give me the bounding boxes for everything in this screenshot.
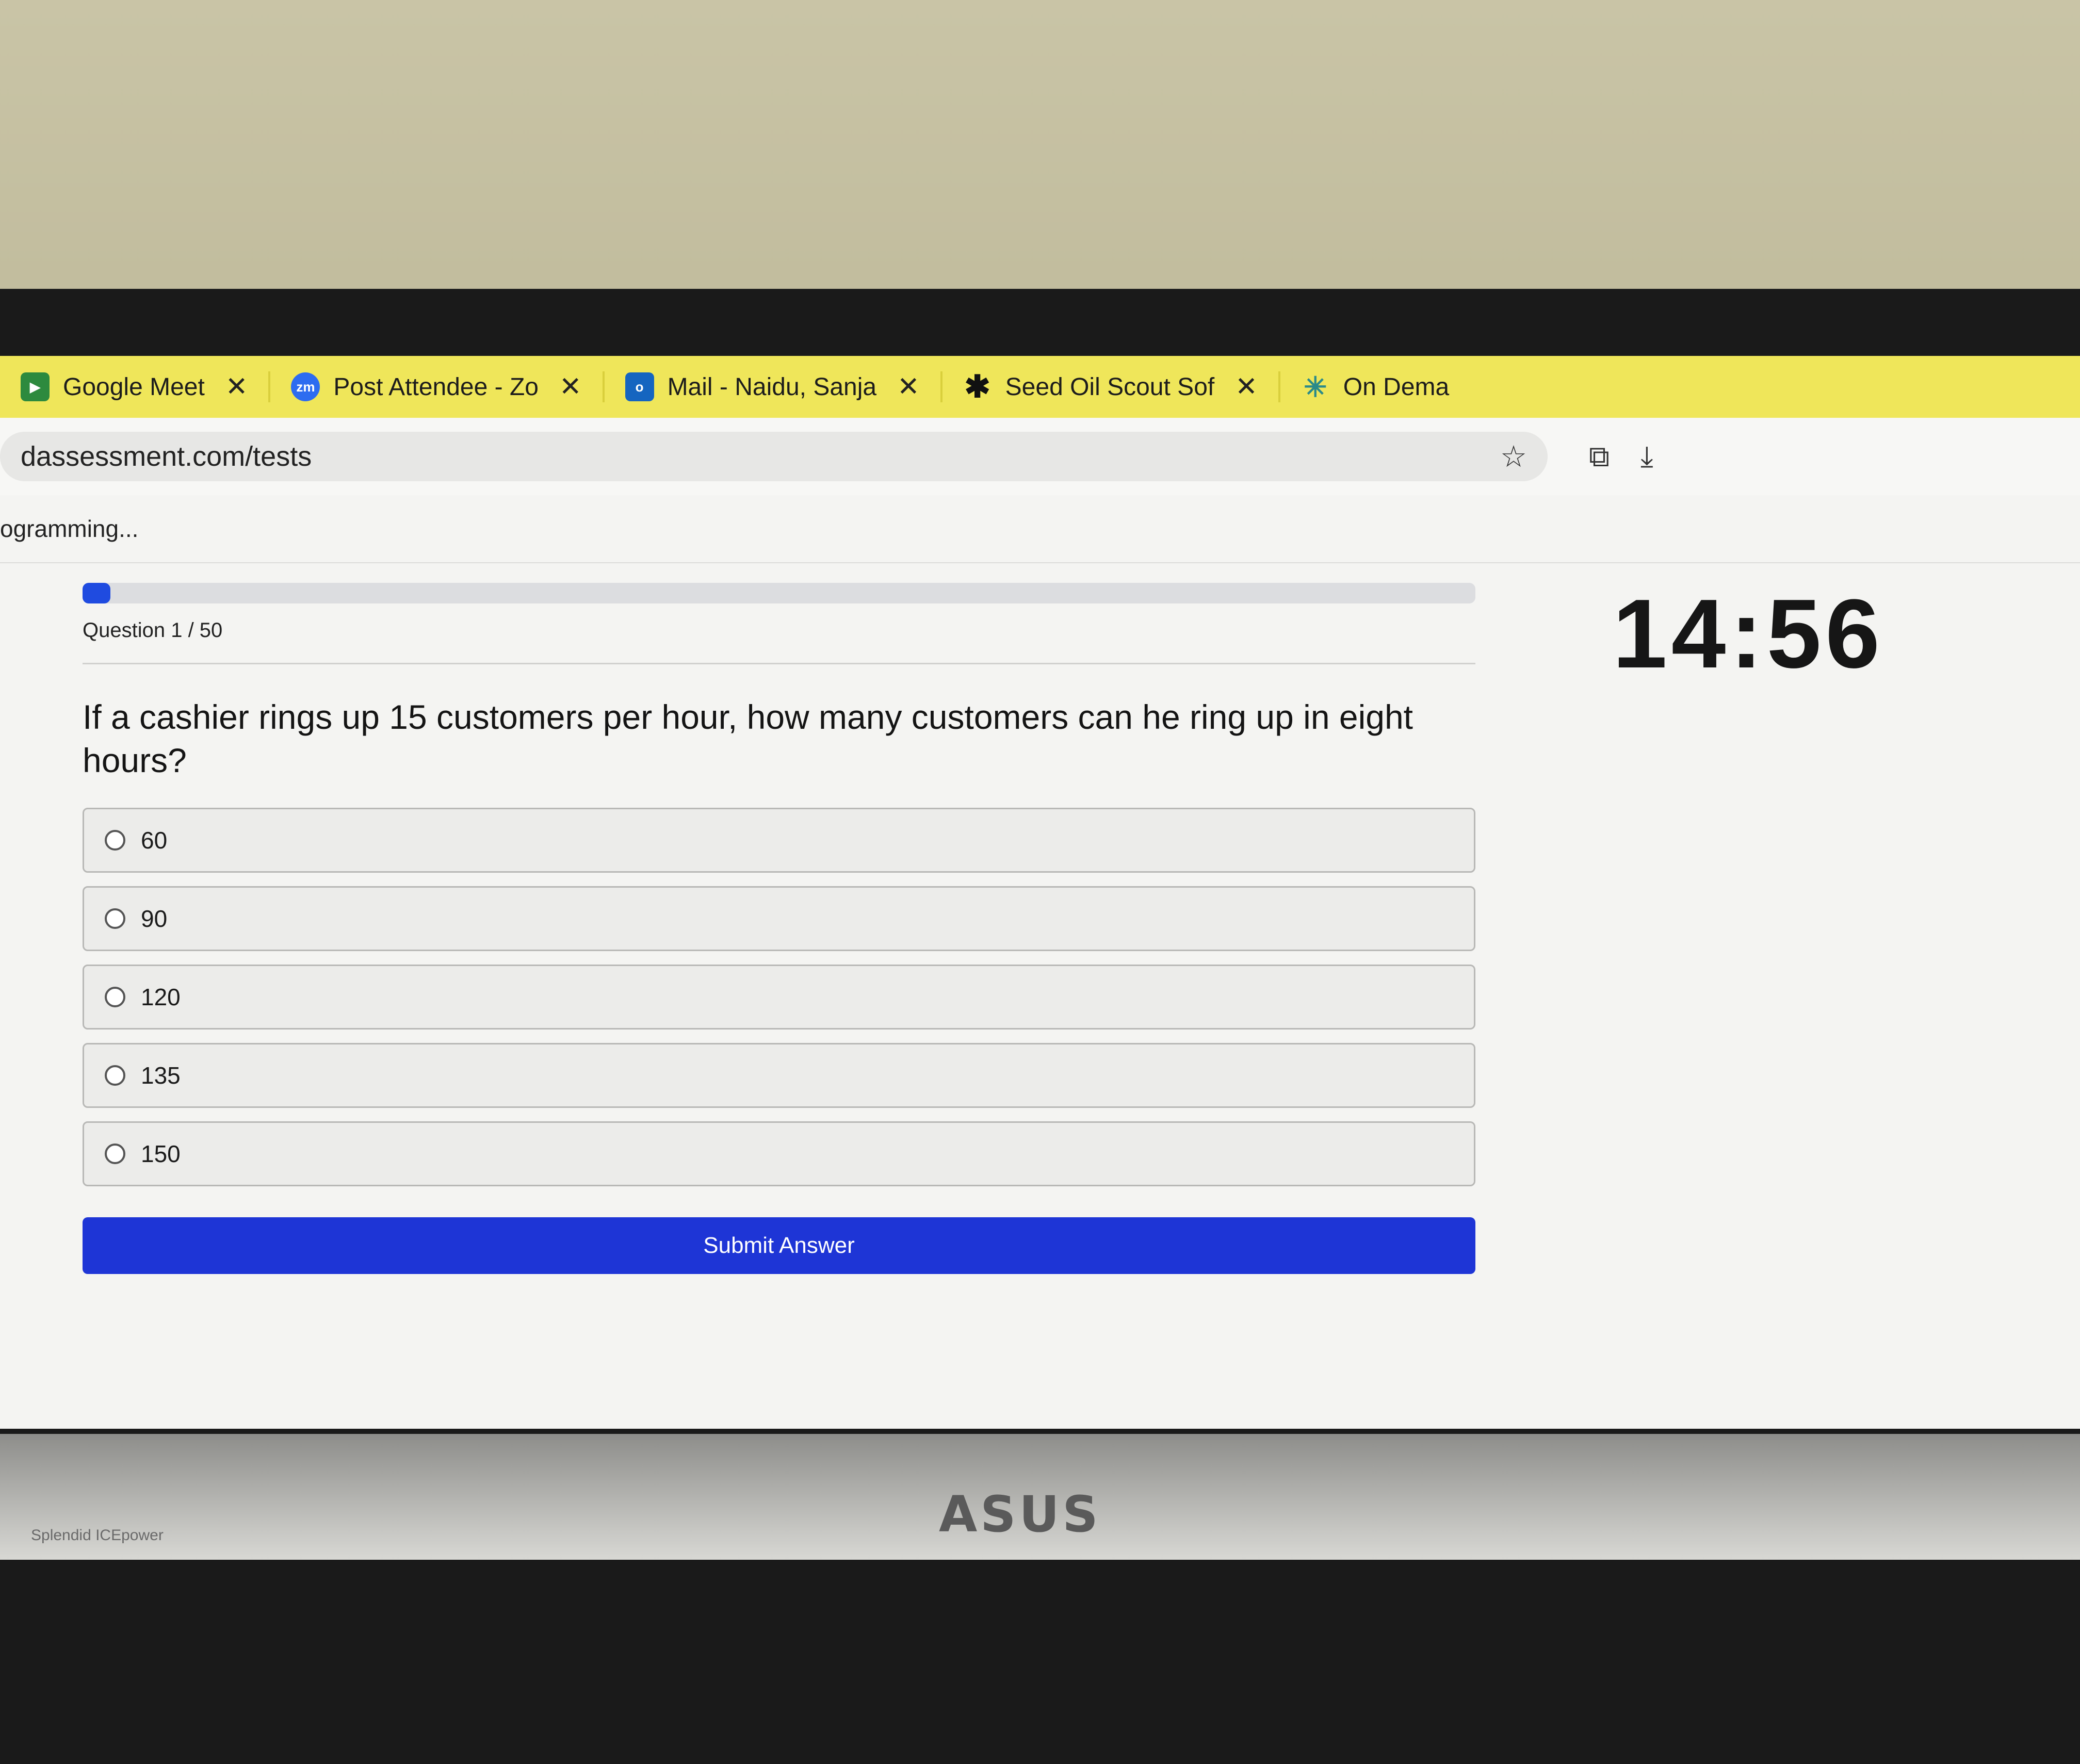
tab-label: On Dema [1343,373,1450,401]
address-bar[interactable]: dassessment.com/tests ☆ [0,432,1548,481]
google-meet-icon: ▶ [21,372,50,401]
close-icon[interactable]: ✕ [1235,371,1258,402]
close-icon[interactable]: ✕ [897,371,920,402]
countdown-timer: 14:56 [1613,579,1884,689]
option-label: 120 [141,984,181,1010]
radio-button[interactable] [105,830,125,851]
close-icon[interactable]: ✕ [559,371,582,402]
toolbar-icons: ⧉ ⤓ [1589,439,1653,474]
close-icon[interactable]: ✕ [225,371,248,402]
tab-label: Mail - Naidu, Sanja [667,373,877,401]
tab-label: Google Meet [63,373,205,401]
course-title: ogramming... [0,515,139,542]
tab-strip: ▶ Google Meet ✕ zm Post Attendee - Zo ✕ … [0,356,2080,418]
tab-label: Seed Oil Scout Sof [1005,373,1215,401]
question-counter: Question 1 / 50 [83,619,223,642]
progress-fill [83,583,110,603]
question-text: If a cashier rings up 15 customers per h… [83,698,1413,779]
divider [83,663,1475,664]
radio-button[interactable] [105,908,125,929]
tab-post-attendee[interactable]: zm Post Attendee - Zo ✕ [270,356,602,418]
asterisk-icon: ✱ [964,369,990,404]
url-text[interactable]: dassessment.com/tests [21,440,312,472]
answer-option[interactable]: 135 [83,1043,1475,1108]
radio-button[interactable] [105,987,125,1007]
option-label: 60 [141,827,168,854]
monitor-brand-logo: ASUS [939,1485,1101,1543]
tab-google-meet[interactable]: ▶ Google Meet ✕ [0,356,268,418]
submit-answer-button[interactable]: Submit Answer [83,1217,1475,1274]
monitor-sub-label: Splendid ICEpower [31,1527,164,1544]
radio-button[interactable] [105,1065,125,1086]
zoom-icon: zm [291,372,320,401]
perplexity-icon: ✳ [1304,371,1327,403]
tab-mail[interactable]: o Mail - Naidu, Sanja ✕ [605,356,940,418]
tab-label: Post Attendee - Zo [333,373,539,401]
option-label: 90 [141,905,168,932]
tab-seed-oil-scout[interactable]: ✱ Seed Oil Scout Sof ✕ [943,356,1278,418]
answer-options: 60 90 120 135 150 [83,808,1475,1186]
answer-option[interactable]: 150 [83,1121,1475,1186]
outlook-icon: o [625,372,654,401]
answer-option[interactable]: 60 [83,808,1475,873]
radio-button[interactable] [105,1144,125,1164]
answer-option[interactable]: 120 [83,965,1475,1030]
page-header: ogramming... [0,495,2080,563]
bookmark-star-icon[interactable]: ☆ [1500,439,1527,474]
option-label: 135 [141,1062,181,1089]
screen: ▶ Google Meet ✕ zm Post Attendee - Zo ✕ … [0,356,2080,1429]
download-icon[interactable]: ⤓ [1640,439,1653,474]
tab-on-demand[interactable]: ✳ On Dema [1280,356,1470,418]
address-row: dassessment.com/tests ☆ ⧉ ⤓ [0,418,2080,495]
answer-option[interactable]: 90 [83,886,1475,951]
option-label: 150 [141,1140,181,1167]
quiz-content: Question 1 / 50 If a cashier rings up 15… [83,583,1475,1274]
extensions-icon[interactable]: ⧉ [1589,439,1610,474]
progress-bar [83,583,1475,603]
